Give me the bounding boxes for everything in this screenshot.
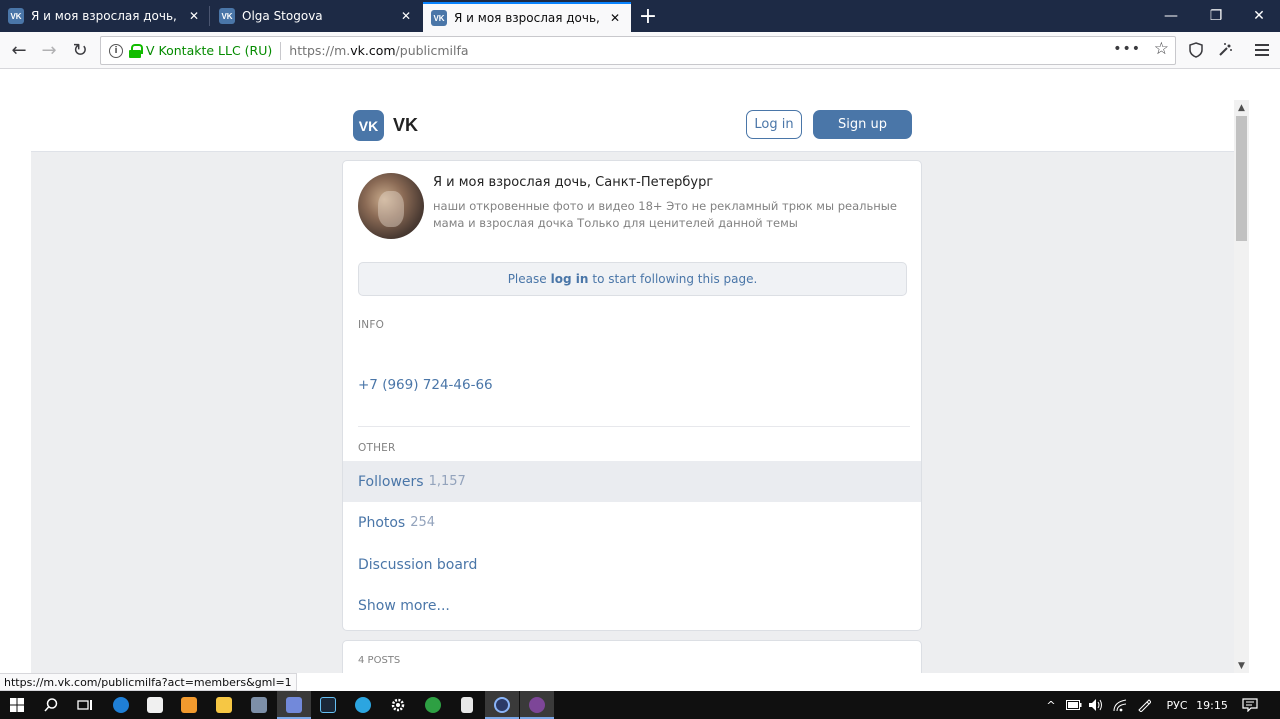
vk-favicon-icon: VK: [219, 8, 235, 24]
discussion-board-label: Discussion board: [358, 556, 478, 573]
notice-text-before: Please: [507, 272, 547, 286]
action-center-icon[interactable]: [1236, 691, 1264, 719]
store-icon[interactable]: [138, 691, 172, 719]
url-text[interactable]: https://m.vk.com/publicmilfa: [289, 43, 468, 58]
page-scrollbar[interactable]: ▲ ▼: [1234, 100, 1249, 673]
back-button[interactable]: ←: [5, 36, 33, 64]
task-view-icon[interactable]: [68, 691, 102, 719]
section-divider: [358, 426, 910, 427]
extensions-icon[interactable]: [1211, 36, 1239, 64]
tab-group-page-active[interactable]: VK Я и моя взрослая дочь, Санкт-Петербур…: [423, 2, 631, 32]
info-section-label: INFO: [358, 319, 385, 331]
scroll-thumb[interactable]: [1236, 116, 1247, 241]
tab-separator: [209, 6, 210, 26]
close-tab-icon[interactable]: ✕: [186, 9, 202, 23]
tray-overflow-icon[interactable]: ^: [1042, 691, 1060, 719]
group-avatar[interactable]: [358, 173, 424, 239]
tab-title: Я и моя взрослая дочь, Санкт-Петербург: [31, 9, 180, 23]
close-tab-icon[interactable]: ✕: [607, 11, 623, 25]
notice-text-after: to start following this page.: [592, 272, 758, 286]
phone-link[interactable]: +7 (969) 724-46-66: [358, 377, 493, 393]
photos-link[interactable]: Photos 254: [343, 502, 921, 543]
tab-title: Olga Stogova: [242, 9, 323, 23]
reload-button[interactable]: ↻: [66, 36, 94, 64]
close-tab-icon[interactable]: ✕: [398, 9, 414, 23]
wifi-icon[interactable]: [1110, 691, 1130, 719]
url-domain: vk.com: [350, 43, 396, 58]
clock-time[interactable]: 19:15: [1194, 691, 1230, 719]
page-actions-icon[interactable]: •••: [1113, 41, 1141, 57]
vk-viewport: VK VK Log in Sign up Я и моя взрослая до…: [31, 100, 1234, 673]
app-green-icon[interactable]: [416, 691, 450, 719]
photos-label: Photos: [358, 514, 406, 531]
file-explorer-icon[interactable]: [207, 691, 241, 719]
search-icon[interactable]: [34, 691, 68, 719]
windows-taskbar: ^ РУС 19:15: [0, 691, 1280, 719]
firefox-icon[interactable]: [485, 691, 519, 719]
edge-icon[interactable]: [104, 691, 138, 719]
url-prefix: https://m.: [289, 43, 351, 58]
vk-header: VK VK Log in Sign up: [31, 100, 1234, 152]
show-more-label: Show more...: [358, 597, 450, 614]
menu-icon[interactable]: [1248, 36, 1276, 64]
photos-count: 254: [410, 515, 436, 530]
tor-browser-icon[interactable]: [520, 691, 554, 719]
tab-olga-stogova[interactable]: VK Olga Stogova ✕: [211, 0, 422, 32]
scroll-down-arrow-icon[interactable]: ▼: [1234, 658, 1249, 673]
title-bar: VK Я и моя взрослая дочь, Санкт-Петербур…: [0, 0, 1280, 32]
page-area: VK VK Log in Sign up Я и моя взрослая до…: [0, 70, 1280, 673]
settings-icon[interactable]: [381, 691, 415, 719]
vk-logo-icon[interactable]: VK: [353, 110, 384, 141]
navigation-toolbar: ← → ↻ i V Kontakte LLC (RU) https://m.vk…: [0, 32, 1280, 69]
show-more-link[interactable]: Show more...: [343, 585, 921, 626]
posts-count-label: 4 POSTS: [358, 655, 401, 666]
forward-button[interactable]: →: [35, 36, 63, 64]
followers-count: 1,157: [428, 474, 466, 489]
signup-button[interactable]: Sign up: [813, 110, 912, 139]
pen-workspace-icon[interactable]: [1134, 691, 1154, 719]
group-description: наши откровенные фото и видео 18+ Это не…: [433, 199, 897, 230]
vk-wordmark[interactable]: VK: [393, 115, 418, 136]
scroll-up-arrow-icon[interactable]: ▲: [1234, 100, 1249, 115]
group-card: Я и моя взрослая дочь, Санкт-Петербург н…: [342, 160, 922, 631]
app-orange-icon[interactable]: [172, 691, 206, 719]
windows-start-icon[interactable]: [0, 691, 34, 719]
volume-icon[interactable]: [1086, 691, 1106, 719]
posts-card: 4 POSTS: [342, 640, 922, 673]
certificate-org[interactable]: V Kontakte LLC (RU): [146, 43, 272, 58]
vk-favicon-icon: VK: [431, 10, 447, 26]
tab-group-page-1[interactable]: VK Я и моя взрослая дочь, Санкт-Петербур…: [0, 0, 210, 32]
other-section-label: OTHER: [358, 442, 396, 454]
lock-icon[interactable]: [129, 43, 143, 58]
battery-icon[interactable]: [1064, 691, 1084, 719]
tab-title: Я и моя взрослая дочь, Санкт-Петербург: [454, 11, 601, 25]
app-photos-icon[interactable]: [242, 691, 276, 719]
address-bar[interactable]: i V Kontakte LLC (RU) https://m.vk.com/p…: [100, 36, 1176, 65]
restore-button[interactable]: ❐: [1193, 0, 1239, 32]
notice-login-link[interactable]: log in: [551, 272, 589, 286]
telegram-icon[interactable]: [346, 691, 380, 719]
login-notice: Please log in to start following this pa…: [358, 262, 907, 296]
steam-icon[interactable]: [311, 691, 345, 719]
site-info-icon[interactable]: i: [109, 43, 123, 58]
group-name: Я и моя взрослая дочь, Санкт-Петербург: [433, 175, 714, 190]
bookmark-star-icon[interactable]: ☆: [1154, 39, 1169, 59]
discussion-board-link[interactable]: Discussion board: [343, 544, 921, 585]
calculator-icon[interactable]: [450, 691, 484, 719]
followers-label: Followers: [358, 473, 424, 490]
status-url-overlay: https://m.vk.com/publicmilfa?act=members…: [0, 673, 297, 691]
input-language[interactable]: РУС: [1160, 691, 1194, 719]
followers-link[interactable]: Followers 1,157: [343, 461, 921, 502]
minimize-button[interactable]: —: [1148, 0, 1194, 32]
close-window-button[interactable]: ✕: [1236, 0, 1280, 32]
vk-favicon-icon: VK: [8, 8, 24, 24]
urlbar-divider: [280, 41, 282, 60]
login-button[interactable]: Log in: [746, 110, 802, 139]
new-tab-button[interactable]: +: [636, 0, 660, 32]
shield-icon[interactable]: [1182, 36, 1210, 64]
discord-icon[interactable]: [277, 691, 311, 719]
url-path: /publicmilfa: [395, 43, 469, 58]
